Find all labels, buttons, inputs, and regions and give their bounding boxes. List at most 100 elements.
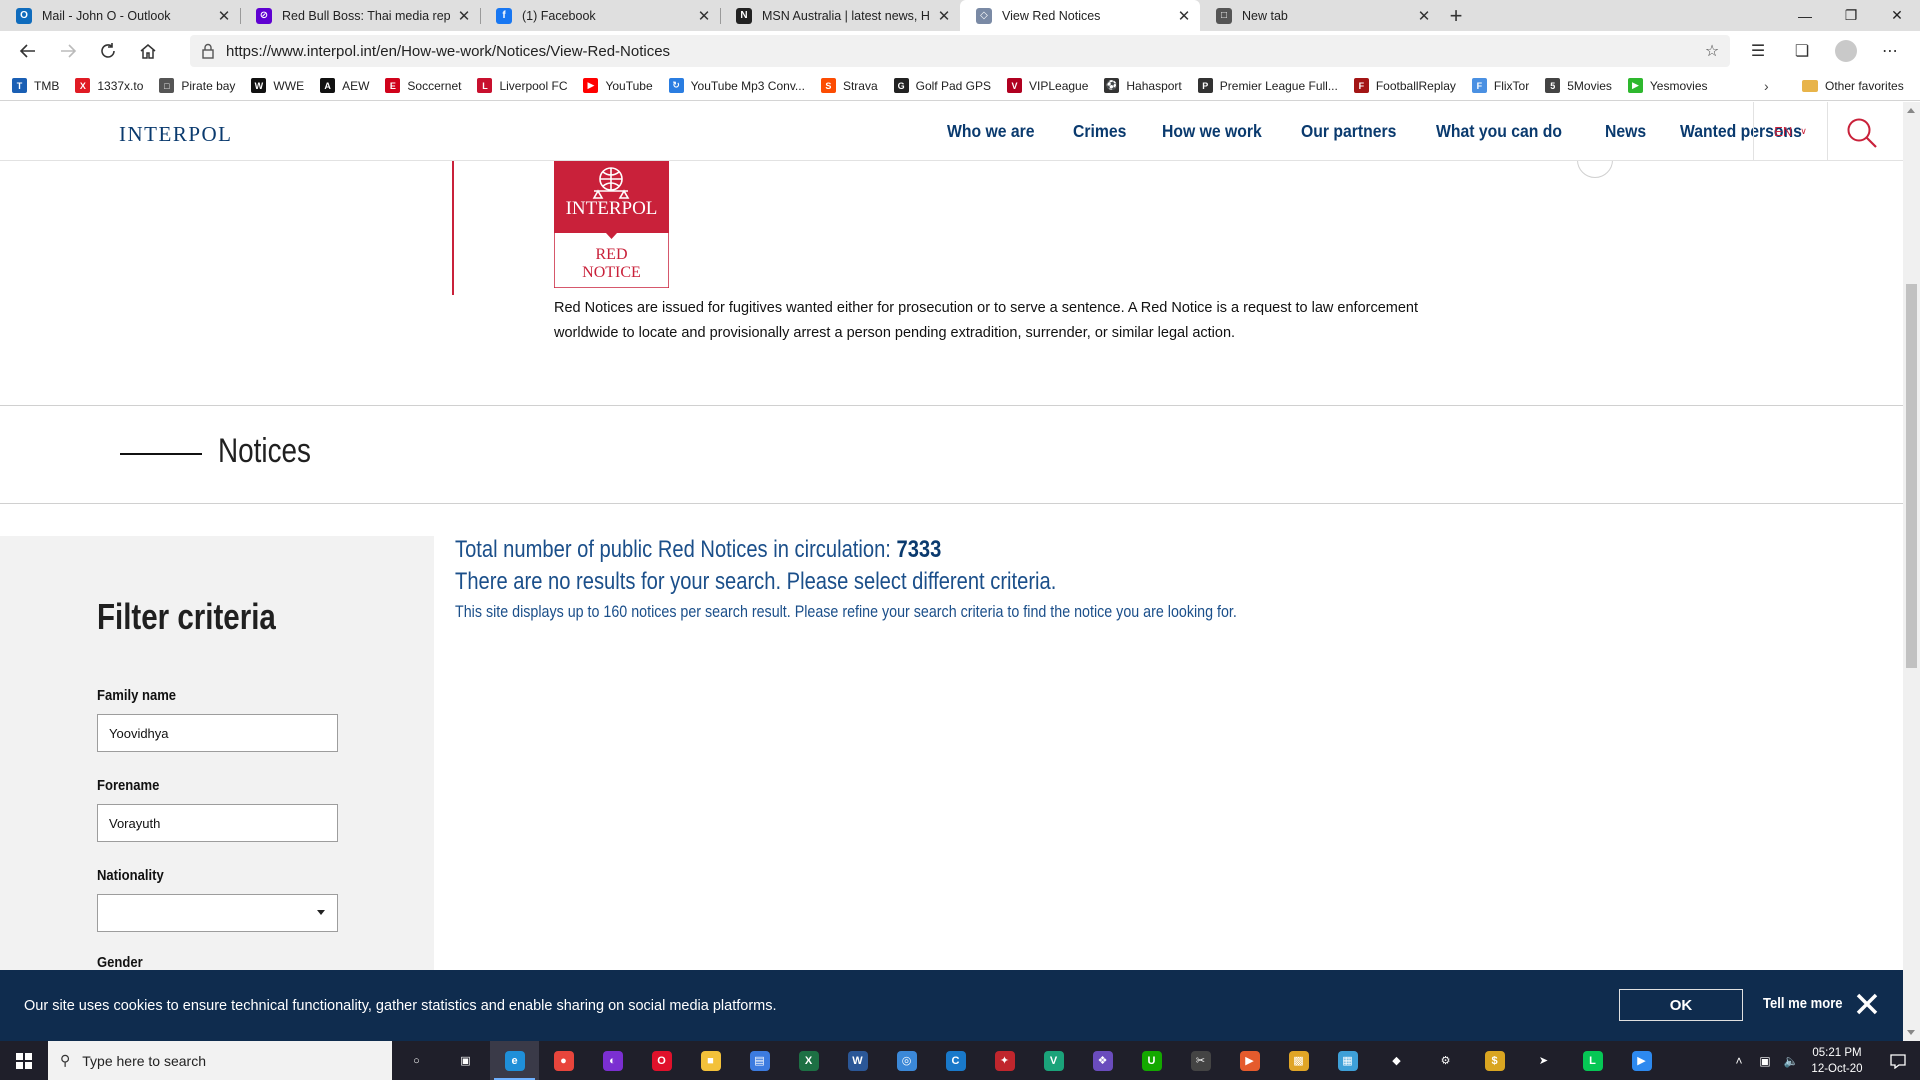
browser-tab[interactable]: f (1) Facebook ✕: [480, 0, 720, 31]
scrollbar-thumb[interactable]: [1906, 284, 1917, 668]
taskbar-app[interactable]: ◐: [588, 1041, 637, 1080]
tell-me-more-link[interactable]: Tell me more: [1763, 996, 1843, 1012]
refresh-button[interactable]: [88, 31, 128, 71]
url-text[interactable]: https://www.interpol.int/en/How-we-work/…: [226, 43, 1694, 60]
bookmark-item[interactable]: L Liverpool FC: [477, 78, 567, 93]
bookmark-item[interactable]: X 1337x.to: [75, 78, 143, 93]
taskbar-app[interactable]: ◆: [1372, 1041, 1421, 1080]
taskbar-app[interactable]: O: [637, 1041, 686, 1080]
tab-close-icon[interactable]: ✕: [456, 7, 472, 25]
bookmark-item[interactable]: W WWE: [251, 78, 304, 93]
bookmark-item[interactable]: S Strava: [820, 78, 878, 93]
tab-close-icon[interactable]: ✕: [1416, 7, 1432, 25]
scroll-up-icon[interactable]: [1907, 108, 1915, 113]
nationality-select[interactable]: [97, 894, 338, 932]
notifications-button[interactable]: [1876, 1041, 1920, 1080]
bookmark-item[interactable]: E Soccernet: [385, 78, 461, 93]
taskbar-app[interactable]: C: [931, 1041, 980, 1080]
taskbar-app[interactable]: X: [784, 1041, 833, 1080]
browser-tab[interactable]: ◇ View Red Notices ✕: [960, 0, 1200, 31]
bookmark-item[interactable]: A AEW: [320, 78, 369, 93]
profile-avatar[interactable]: [1835, 40, 1857, 62]
family-name-input[interactable]: Yoovidhya: [97, 714, 338, 752]
tab-close-icon[interactable]: ✕: [696, 7, 712, 25]
taskbar-app[interactable]: ✂: [1176, 1041, 1225, 1080]
taskbar-app[interactable]: ▶: [1225, 1041, 1274, 1080]
restore-icon[interactable]: ❐: [1828, 0, 1874, 31]
taskbar-app[interactable]: ▣: [441, 1041, 490, 1080]
bookmark-item[interactable]: F FootballReplay: [1353, 78, 1456, 93]
taskbar-app[interactable]: ◎: [882, 1041, 931, 1080]
taskbar-search-box[interactable]: ⚲ Type here to search: [48, 1041, 392, 1080]
other-favorites[interactable]: Other favorites: [1802, 71, 1904, 101]
taskbar-app[interactable]: ⚙: [1421, 1041, 1470, 1080]
bookmark-item[interactable]: G Golf Pad GPS: [893, 78, 991, 93]
browser-tab[interactable]: O Mail - John O - Outlook ✕: [0, 0, 240, 31]
tab-close-icon[interactable]: ✕: [216, 7, 232, 25]
cookie-ok-button[interactable]: OK: [1619, 989, 1743, 1021]
bookmark-item[interactable]: F FlixTor: [1471, 78, 1529, 93]
scroll-down-icon[interactable]: [1907, 1030, 1915, 1035]
nav-link[interactable]: Crimes: [1073, 121, 1126, 142]
forward-button[interactable]: [48, 31, 88, 71]
taskbar-app[interactable]: V: [1029, 1041, 1078, 1080]
minimize-icon[interactable]: —: [1782, 0, 1828, 31]
system-clock[interactable]: 05:21 PM 12-Oct-20: [1802, 1045, 1872, 1077]
bookmarks-overflow-chevron-icon[interactable]: ›: [1764, 71, 1769, 101]
taskbar-app[interactable]: ❖: [1078, 1041, 1127, 1080]
tab-close-icon[interactable]: ✕: [936, 7, 952, 25]
taskbar-app[interactable]: U: [1127, 1041, 1176, 1080]
taskbar-app[interactable]: ➤: [1519, 1041, 1568, 1080]
network-icon[interactable]: ▣: [1754, 1054, 1776, 1068]
home-button[interactable]: [128, 31, 168, 71]
browser-tab[interactable]: □ New tab ✕: [1200, 0, 1440, 31]
bookmark-item[interactable]: P Premier League Full...: [1197, 78, 1338, 93]
bookmark-item[interactable]: ▶ YouTube: [583, 78, 653, 93]
back-button[interactable]: [8, 31, 48, 71]
url-box[interactable]: https://www.interpol.int/en/How-we-work/…: [190, 35, 1730, 67]
page-scrollbar[interactable]: [1903, 102, 1920, 1041]
bookmark-item[interactable]: ⚽ Hahasport: [1104, 78, 1182, 93]
taskbar-app[interactable]: ▶: [1617, 1041, 1666, 1080]
language-selector[interactable]: EN ∨: [1753, 102, 1828, 161]
tab-close-icon[interactable]: ✕: [1176, 7, 1192, 25]
taskbar-app[interactable]: ■: [686, 1041, 735, 1080]
taskbar-app[interactable]: L: [1568, 1041, 1617, 1080]
new-tab-button[interactable]: +: [1440, 0, 1472, 31]
bookmark-item[interactable]: 5 5Movies: [1545, 78, 1612, 93]
tray-chevron-up-icon[interactable]: ˄: [1728, 1054, 1750, 1068]
nav-link[interactable]: Who we are: [947, 121, 1035, 142]
search-icon[interactable]: [1845, 116, 1879, 150]
close-window-icon[interactable]: ✕: [1874, 0, 1920, 31]
collections-icon[interactable]: ❏: [1780, 41, 1824, 61]
taskbar-app[interactable]: ○: [392, 1041, 441, 1080]
forename-input[interactable]: Vorayuth: [97, 804, 338, 842]
taskbar-app[interactable]: ✦: [980, 1041, 1029, 1080]
favorites-icon[interactable]: ☰: [1736, 41, 1780, 61]
browser-tab[interactable]: ⊘ Red Bull Boss: Thai media report ✕: [240, 0, 480, 31]
nav-link[interactable]: Our partners: [1301, 121, 1396, 142]
bookmark-item[interactable]: T TMB: [12, 78, 59, 93]
more-menu-icon[interactable]: ⋯: [1868, 41, 1912, 61]
bookmark-item[interactable]: ▶ Yesmovies: [1627, 78, 1708, 93]
nav-link[interactable]: How we work: [1162, 121, 1262, 142]
favorite-star-icon[interactable]: ☆: [1694, 41, 1730, 61]
nav-link[interactable]: What you can do: [1436, 121, 1562, 142]
lock-icon[interactable]: [190, 43, 226, 59]
taskbar-app[interactable]: ▩: [1274, 1041, 1323, 1080]
bookmark-item[interactable]: □ Pirate bay: [159, 78, 235, 93]
taskbar-app[interactable]: e: [490, 1041, 539, 1080]
taskbar-app[interactable]: ▤: [735, 1041, 784, 1080]
close-icon[interactable]: [1854, 991, 1880, 1017]
browser-tab[interactable]: N MSN Australia | latest news, Hot ✕: [720, 0, 960, 31]
bookmark-item[interactable]: V VIPLeague: [1007, 78, 1088, 93]
volume-icon[interactable]: 🔈: [1780, 1054, 1802, 1068]
taskbar-app[interactable]: ▦: [1323, 1041, 1372, 1080]
interpol-logo[interactable]: INTERPOL: [119, 122, 233, 147]
start-button[interactable]: [0, 1041, 48, 1080]
nav-link[interactable]: News: [1605, 121, 1646, 142]
taskbar-app[interactable]: W: [833, 1041, 882, 1080]
taskbar-app[interactable]: ●: [539, 1041, 588, 1080]
bookmark-item[interactable]: ↻ YouTube Mp3 Conv...: [668, 78, 805, 93]
taskbar-app[interactable]: $: [1470, 1041, 1519, 1080]
